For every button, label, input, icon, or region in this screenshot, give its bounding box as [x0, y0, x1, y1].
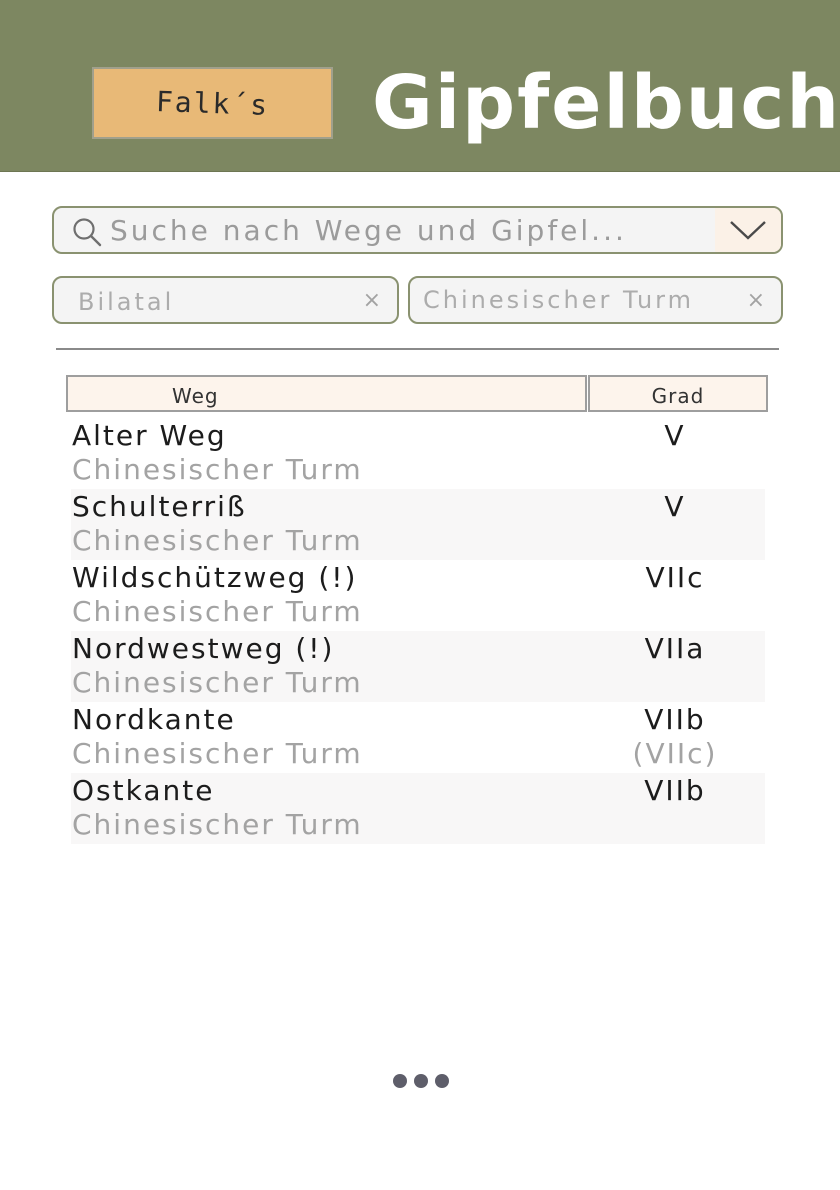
divider — [56, 348, 779, 350]
close-icon[interactable]: × — [747, 288, 765, 313]
route-grade: VIIb — [644, 703, 706, 736]
logo-badge: Falk´s — [92, 67, 333, 139]
route-peak: Chinesischer Turm — [72, 808, 363, 841]
dot — [393, 1074, 407, 1088]
route-peak: Chinesischer Turm — [72, 524, 363, 557]
route-peak: Chinesischer Turm — [72, 737, 363, 770]
column-header-route[interactable]: Weg — [66, 375, 587, 412]
table-row[interactable]: Wildschützweg (!) Chinesischer Turm VIIc — [71, 560, 765, 631]
route-grade-alt: (VIIc) — [632, 737, 718, 770]
filter-chip-bilatal[interactable]: Bilatal × — [52, 276, 399, 324]
route-grade: V — [664, 419, 686, 452]
route-name: Wildschützweg (!) — [72, 561, 358, 594]
route-name: Schulterriß — [72, 490, 247, 523]
filter-chip-label: Chinesischer Turm — [423, 286, 695, 314]
app-header: Falk´s Gipfelbuch — [0, 0, 840, 172]
route-peak: Chinesischer Turm — [72, 666, 363, 699]
filter-chip-label: Bilatal — [78, 288, 175, 316]
route-grade: V — [664, 490, 686, 523]
table-row[interactable]: Schulterriß Chinesischer Turm V — [71, 489, 765, 560]
chevron-down-icon — [730, 221, 766, 240]
logo-text: Falk´s — [155, 84, 270, 122]
dot — [414, 1074, 428, 1088]
close-icon[interactable]: × — [363, 288, 381, 313]
search-input[interactable] — [110, 208, 710, 252]
route-name: Ostkante — [72, 774, 215, 807]
route-name: Nordkante — [72, 703, 236, 736]
table-row[interactable]: Nordwestweg (!) Chinesischer Turm VIIa — [71, 631, 765, 702]
table-row[interactable]: Ostkante Chinesischer Turm VIIb — [71, 773, 765, 844]
route-name: Alter Weg — [72, 419, 227, 452]
route-grade: VIIa — [644, 632, 706, 665]
route-peak: Chinesischer Turm — [72, 595, 363, 628]
route-name: Nordwestweg (!) — [72, 632, 335, 665]
dot — [435, 1074, 449, 1088]
more-dots-icon[interactable] — [393, 1072, 449, 1090]
search-dropdown-button[interactable] — [715, 208, 781, 252]
column-header-grade[interactable]: Grad — [588, 375, 768, 412]
table-row[interactable]: Alter Weg Chinesischer Turm V — [71, 418, 765, 489]
filter-chip-chinesischer-turm[interactable]: Chinesischer Turm × — [408, 276, 783, 324]
route-grade: VIIc — [645, 561, 705, 594]
route-list: Alter Weg Chinesischer Turm V Schulterri… — [71, 418, 765, 844]
search-icon — [73, 218, 102, 247]
app-title: Gipfelbuch — [372, 60, 840, 146]
table-row[interactable]: Nordkante Chinesischer Turm VIIb (VIIc) — [71, 702, 765, 773]
search-bar — [52, 206, 783, 254]
route-grade: VIIb — [644, 774, 706, 807]
route-peak: Chinesischer Turm — [72, 453, 363, 486]
